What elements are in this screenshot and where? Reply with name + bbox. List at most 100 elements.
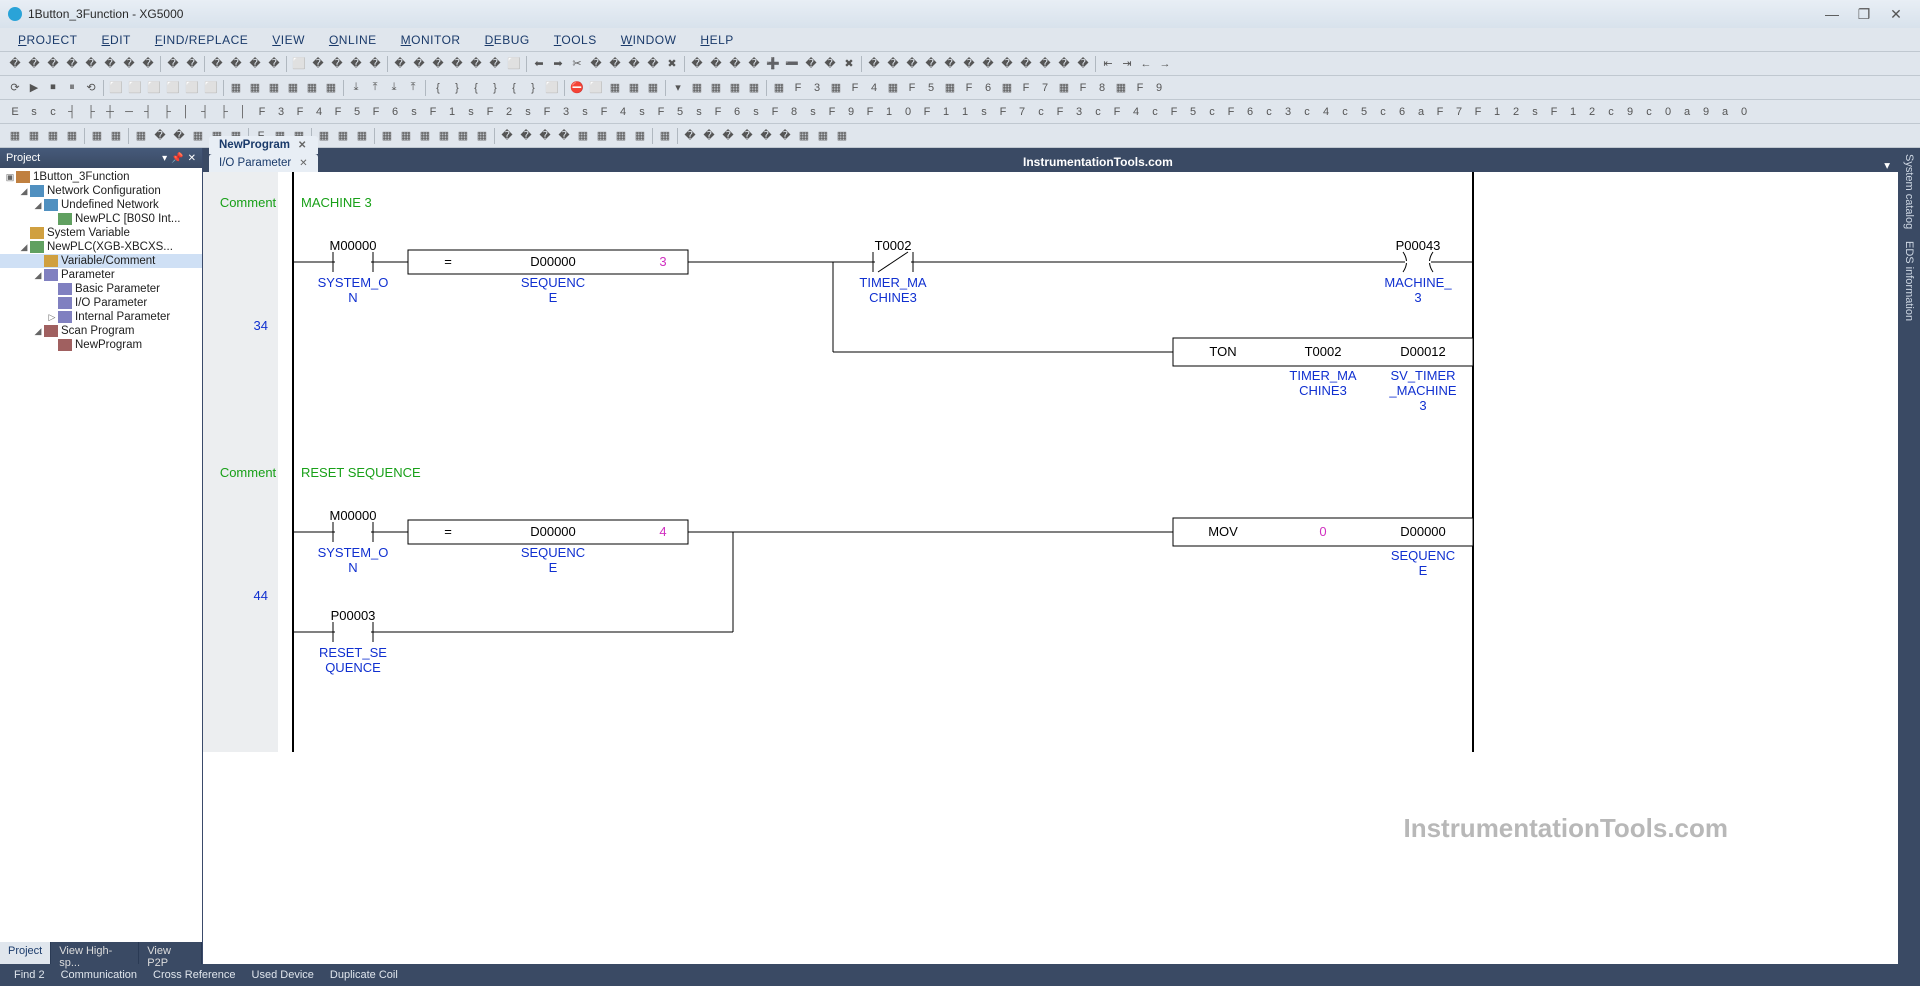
toolbar-button[interactable]: ▦ — [303, 79, 321, 97]
toolbar-button[interactable]: � — [998, 55, 1016, 73]
toolbar-button[interactable]: 3 — [557, 103, 575, 121]
toolbar-button[interactable]: ┤ — [196, 103, 214, 121]
toolbar-button[interactable]: ┤ — [139, 103, 157, 121]
toolbar-button[interactable]: ⟳ — [6, 79, 24, 97]
tree-expand-icon[interactable]: ◢ — [32, 200, 44, 211]
toolbar-button[interactable]: ▦ — [6, 127, 24, 145]
toolbar-button[interactable]: ▦ — [688, 79, 706, 97]
panel-dropdown-icon[interactable]: ▾ — [162, 153, 167, 164]
toolbar-button[interactable]: ▦ — [322, 79, 340, 97]
toolbar-button[interactable]: ├ — [215, 103, 233, 121]
toolbar-button[interactable]: ▦ — [1055, 79, 1073, 97]
status-item[interactable]: Communication — [55, 969, 143, 981]
toolbar-button[interactable]: 5 — [1184, 103, 1202, 121]
toolbar-button[interactable]: � — [366, 55, 384, 73]
toolbar-button[interactable]: F — [846, 79, 864, 97]
toolbar-button[interactable]: s — [405, 103, 423, 121]
toolbar-button[interactable]: │ — [177, 103, 195, 121]
tree-item[interactable]: ▣1Button_3Function — [0, 170, 202, 184]
toolbar-button[interactable]: 4 — [310, 103, 328, 121]
toolbar-button[interactable]: � — [246, 55, 264, 73]
toolbar-button[interactable]: 5 — [671, 103, 689, 121]
tree-expand-icon[interactable]: ◢ — [32, 270, 44, 281]
toolbar-button[interactable]: � — [587, 55, 605, 73]
menu-help[interactable]: HELP — [690, 31, 743, 49]
project-tree[interactable]: ▣1Button_3Function◢Network Configuration… — [0, 168, 202, 942]
toolbar-button[interactable]: F — [861, 103, 879, 121]
toolbar-button[interactable]: � — [960, 55, 978, 73]
minimize-button[interactable]: — — [1816, 6, 1848, 22]
toolbar-button[interactable]: F — [291, 103, 309, 121]
toolbar-button[interactable]: � — [941, 55, 959, 73]
toolbar-button[interactable]: 2 — [500, 103, 518, 121]
toolbar-button[interactable]: ⬜ — [202, 79, 220, 97]
toolbar-button[interactable]: ▦ — [827, 79, 845, 97]
toolbar-button[interactable]: � — [498, 127, 516, 145]
toolbar-button[interactable]: ▦ — [265, 79, 283, 97]
menu-findreplace[interactable]: FIND/REPLACE — [145, 31, 258, 49]
toolbar-button[interactable]: F — [1431, 103, 1449, 121]
toolbar-button[interactable]: 4 — [1127, 103, 1145, 121]
toolbar-button[interactable]: � — [644, 55, 662, 73]
toolbar-button[interactable]: 7 — [1450, 103, 1468, 121]
toolbar-button[interactable]: � — [309, 55, 327, 73]
toolbar-button[interactable]: ▦ — [631, 127, 649, 145]
toolbar-button[interactable]: 0 — [899, 103, 917, 121]
toolbar-button[interactable]: F — [960, 79, 978, 97]
toolbar-button[interactable]: � — [120, 55, 138, 73]
sidebar-tab[interactable]: View High-sp... — [51, 942, 139, 964]
toolbar-button[interactable]: F — [595, 103, 613, 121]
toolbar-button[interactable]: c — [1032, 103, 1050, 121]
toolbar-button[interactable]: � — [208, 55, 226, 73]
toolbar-button[interactable]: 9 — [842, 103, 860, 121]
toolbar-button[interactable]: � — [170, 127, 188, 145]
toolbar-button[interactable]: ▦ — [593, 127, 611, 145]
toolbar-button[interactable]: s — [576, 103, 594, 121]
toolbar-button[interactable]: � — [328, 55, 346, 73]
toolbar-button[interactable]: 1 — [880, 103, 898, 121]
status-item[interactable]: Find 2 — [8, 969, 51, 981]
toolbar-button[interactable]: ⇥ — [1118, 55, 1136, 73]
toolbar-button[interactable]: ├ — [82, 103, 100, 121]
toolbar-button[interactable]: 4 — [1317, 103, 1335, 121]
toolbar-button[interactable]: � — [1036, 55, 1054, 73]
toolbar-button[interactable]: c — [1089, 103, 1107, 121]
toolbar-button[interactable]: � — [164, 55, 182, 73]
toolbar-button[interactable]: ▦ — [397, 127, 415, 145]
toolbar-button[interactable]: s — [25, 103, 43, 121]
toolbar-button[interactable]: s — [633, 103, 651, 121]
toolbar-button[interactable]: � — [1017, 55, 1035, 73]
toolbar-button[interactable]: � — [922, 55, 940, 73]
toolbar-button[interactable]: F — [1108, 103, 1126, 121]
tree-expand-icon[interactable]: ◢ — [32, 326, 44, 337]
toolbar-button[interactable]: ▦ — [726, 79, 744, 97]
toolbar-button[interactable]: ▦ — [795, 127, 813, 145]
toolbar-button[interactable]: � — [227, 55, 245, 73]
toolbar-button[interactable]: 1 — [937, 103, 955, 121]
tree-item[interactable]: NewPLC [B0S0 Int... — [0, 212, 202, 226]
toolbar-button[interactable]: F — [329, 103, 347, 121]
toolbar-button[interactable]: � — [44, 55, 62, 73]
toolbar-button[interactable]: ▦ — [707, 79, 725, 97]
toolbar-button[interactable]: F — [823, 103, 841, 121]
toolbar-button[interactable]: ▦ — [606, 79, 624, 97]
toolbar-button[interactable]: ▦ — [612, 127, 630, 145]
toolbar-button[interactable]: � — [625, 55, 643, 73]
toolbar-button[interactable]: 0 — [1659, 103, 1677, 121]
toolbar-button[interactable]: ⏸ — [63, 79, 81, 97]
toolbar-button[interactable]: 5 — [922, 79, 940, 97]
toolbar-button[interactable]: ⇤ — [1099, 55, 1117, 73]
toolbar-button[interactable]: � — [865, 55, 883, 73]
toolbar-button[interactable]: � — [719, 127, 737, 145]
toolbar-button[interactable]: │ — [234, 103, 252, 121]
toolbar-button[interactable]: F — [424, 103, 442, 121]
toolbar-button[interactable]: F — [709, 103, 727, 121]
toolbar-button[interactable]: 9 — [1150, 79, 1168, 97]
toolbar-button[interactable]: 4 — [865, 79, 883, 97]
toolbar-button[interactable]: ▦ — [644, 79, 662, 97]
toolbar-button[interactable]: ▦ — [44, 127, 62, 145]
toolbar-button[interactable]: ▦ — [63, 127, 81, 145]
toolbar-button[interactable]: E — [6, 103, 24, 121]
tree-item[interactable]: ▷Internal Parameter — [0, 310, 202, 324]
toolbar-button[interactable]: � — [757, 127, 775, 145]
